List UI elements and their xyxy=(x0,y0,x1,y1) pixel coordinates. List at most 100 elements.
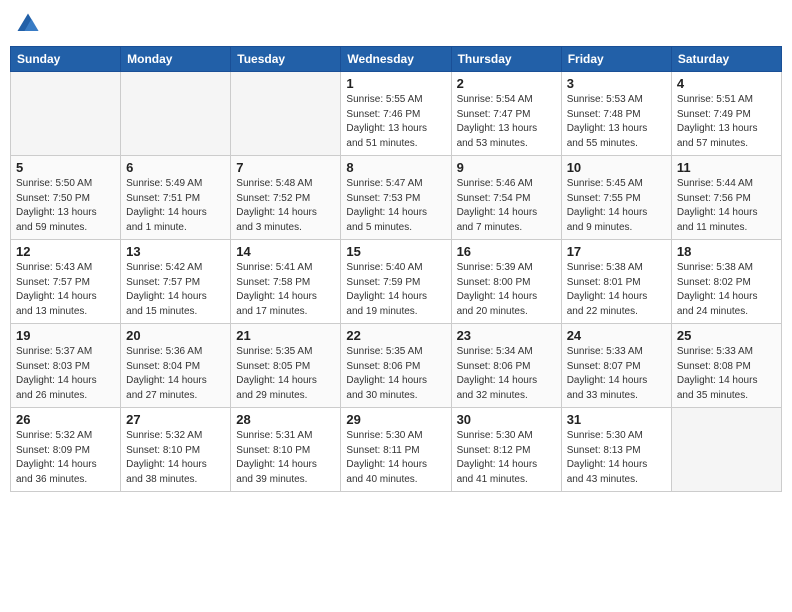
day-cell: 29Sunrise: 5:30 AM Sunset: 8:11 PM Dayli… xyxy=(341,408,451,492)
day-info: Sunrise: 5:49 AM Sunset: 7:51 PM Dayligh… xyxy=(126,177,225,235)
day-number: 31 xyxy=(567,412,666,427)
weekday-header-monday: Monday xyxy=(121,47,231,72)
day-info: Sunrise: 5:45 AM Sunset: 7:55 PM Dayligh… xyxy=(567,177,666,235)
day-cell: 15 Sunrise: 5:40 AM Sunset: 7:59 PM Dayli… xyxy=(341,240,451,324)
day-info: Sunrise: 5:48 AM Sunset: 7:52 PM Dayligh… xyxy=(236,177,335,235)
logo-icon xyxy=(14,10,42,38)
day-number: 27 xyxy=(126,412,225,427)
day-info: Sunrise: 5:40 AM Sunset: 7:59 PM Dayligh… xyxy=(346,261,445,319)
weekday-header-saturday: Saturday xyxy=(671,47,781,72)
calendar-table: SundayMondayTuesdayWednesdayThursdayFrid… xyxy=(10,46,782,492)
day-cell: 16Sunrise: 5:39 AM Sunset: 8:00 PM Dayli… xyxy=(451,240,561,324)
day-cell: 21 Sunrise: 5:35 AM Sunset: 8:05 PM Dayli… xyxy=(231,324,341,408)
day-info: Sunrise: 5:32 AM Sunset: 8:09 PM Dayligh… xyxy=(16,429,115,487)
day-info: Sunrise: 5:54 AM Sunset: 7:47 PM Dayligh… xyxy=(457,93,556,151)
day-cell: 22 Sunrise: 5:35 AM Sunset: 8:06 PM Dayli… xyxy=(341,324,451,408)
day-info: Sunrise: 5:53 AM Sunset: 7:48 PM Dayligh… xyxy=(567,93,666,151)
day-cell: 26 Sunrise: 5:32 AM Sunset: 8:09 PM Dayli… xyxy=(11,408,121,492)
day-cell xyxy=(671,408,781,492)
day-number: 5 xyxy=(16,160,115,175)
day-cell: 10Sunrise: 5:45 AM Sunset: 7:55 PM Dayli… xyxy=(561,156,671,240)
day-number: 14 xyxy=(236,244,335,259)
day-number: 11 xyxy=(677,160,776,175)
day-number: 25 xyxy=(677,328,776,343)
day-cell: 19 Sunrise: 5:37 AM Sunset: 8:03 PM Dayli… xyxy=(11,324,121,408)
day-number: 3 xyxy=(567,76,666,91)
page-header xyxy=(10,10,782,38)
day-info: Sunrise: 5:38 AM Sunset: 8:02 PM Dayligh… xyxy=(677,261,776,319)
day-number: 21 xyxy=(236,328,335,343)
day-number: 23 xyxy=(457,328,556,343)
day-info: Sunrise: 5:36 AM Sunset: 8:04 PM Dayligh… xyxy=(126,345,225,403)
day-cell: 1Sunrise: 5:55 AM Sunset: 7:46 PM Daylig… xyxy=(341,72,451,156)
weekday-header-thursday: Thursday xyxy=(451,47,561,72)
day-info: Sunrise: 5:37 AM Sunset: 8:03 PM Dayligh… xyxy=(16,345,115,403)
day-number: 19 xyxy=(16,328,115,343)
week-row-3: 12 Sunrise: 5:43 AM Sunset: 7:57 PM Dayli… xyxy=(11,240,782,324)
day-info: Sunrise: 5:47 AM Sunset: 7:53 PM Dayligh… xyxy=(346,177,445,235)
weekday-header-sunday: Sunday xyxy=(11,47,121,72)
day-number: 2 xyxy=(457,76,556,91)
day-number: 28 xyxy=(236,412,335,427)
day-cell: 13 Sunrise: 5:42 AM Sunset: 7:57 PM Dayli… xyxy=(121,240,231,324)
day-info: Sunrise: 5:42 AM Sunset: 7:57 PM Dayligh… xyxy=(126,261,225,319)
weekday-header-row: SundayMondayTuesdayWednesdayThursdayFrid… xyxy=(11,47,782,72)
day-number: 7 xyxy=(236,160,335,175)
day-number: 17 xyxy=(567,244,666,259)
day-info: Sunrise: 5:35 AM Sunset: 8:05 PM Dayligh… xyxy=(236,345,335,403)
day-cell: 2 Sunrise: 5:54 AM Sunset: 7:47 PM Daylig… xyxy=(451,72,561,156)
day-info: Sunrise: 5:33 AM Sunset: 8:07 PM Dayligh… xyxy=(567,345,666,403)
day-info: Sunrise: 5:44 AM Sunset: 7:56 PM Dayligh… xyxy=(677,177,776,235)
day-info: Sunrise: 5:38 AM Sunset: 8:01 PM Dayligh… xyxy=(567,261,666,319)
day-number: 15 xyxy=(346,244,445,259)
day-cell: 27 Sunrise: 5:32 AM Sunset: 8:10 PM Dayli… xyxy=(121,408,231,492)
week-row-5: 26 Sunrise: 5:32 AM Sunset: 8:09 PM Dayli… xyxy=(11,408,782,492)
day-number: 22 xyxy=(346,328,445,343)
day-info: Sunrise: 5:34 AM Sunset: 8:06 PM Dayligh… xyxy=(457,345,556,403)
day-cell: 5 Sunrise: 5:50 AM Sunset: 7:50 PM Daylig… xyxy=(11,156,121,240)
day-number: 13 xyxy=(126,244,225,259)
day-info: Sunrise: 5:55 AM Sunset: 7:46 PM Dayligh… xyxy=(346,93,445,151)
day-cell: 17 Sunrise: 5:38 AM Sunset: 8:01 PM Dayli… xyxy=(561,240,671,324)
day-info: Sunrise: 5:30 AM Sunset: 8:13 PM Dayligh… xyxy=(567,429,666,487)
day-cell: 11 Sunrise: 5:44 AM Sunset: 7:56 PM Dayli… xyxy=(671,156,781,240)
day-number: 30 xyxy=(457,412,556,427)
day-number: 9 xyxy=(457,160,556,175)
day-number: 29 xyxy=(346,412,445,427)
day-cell xyxy=(231,72,341,156)
day-cell: 23 Sunrise: 5:34 AM Sunset: 8:06 PM Dayli… xyxy=(451,324,561,408)
day-number: 8 xyxy=(346,160,445,175)
day-info: Sunrise: 5:50 AM Sunset: 7:50 PM Dayligh… xyxy=(16,177,115,235)
week-row-4: 19 Sunrise: 5:37 AM Sunset: 8:03 PM Dayli… xyxy=(11,324,782,408)
day-cell: 9 Sunrise: 5:46 AM Sunset: 7:54 PM Daylig… xyxy=(451,156,561,240)
day-info: Sunrise: 5:39 AM Sunset: 8:00 PM Dayligh… xyxy=(457,261,556,319)
day-number: 4 xyxy=(677,76,776,91)
day-cell: 18 Sunrise: 5:38 AM Sunset: 8:02 PM Dayli… xyxy=(671,240,781,324)
week-row-1: 1Sunrise: 5:55 AM Sunset: 7:46 PM Daylig… xyxy=(11,72,782,156)
day-info: Sunrise: 5:35 AM Sunset: 8:06 PM Dayligh… xyxy=(346,345,445,403)
day-info: Sunrise: 5:43 AM Sunset: 7:57 PM Dayligh… xyxy=(16,261,115,319)
day-cell: 7 Sunrise: 5:48 AM Sunset: 7:52 PM Daylig… xyxy=(231,156,341,240)
day-number: 26 xyxy=(16,412,115,427)
day-number: 6 xyxy=(126,160,225,175)
weekday-header-wednesday: Wednesday xyxy=(341,47,451,72)
weekday-header-tuesday: Tuesday xyxy=(231,47,341,72)
day-info: Sunrise: 5:32 AM Sunset: 8:10 PM Dayligh… xyxy=(126,429,225,487)
logo xyxy=(14,10,46,38)
day-info: Sunrise: 5:46 AM Sunset: 7:54 PM Dayligh… xyxy=(457,177,556,235)
day-cell: 28 Sunrise: 5:31 AM Sunset: 8:10 PM Dayli… xyxy=(231,408,341,492)
day-cell xyxy=(121,72,231,156)
day-info: Sunrise: 5:51 AM Sunset: 7:49 PM Dayligh… xyxy=(677,93,776,151)
day-number: 24 xyxy=(567,328,666,343)
day-number: 12 xyxy=(16,244,115,259)
day-cell: 20 Sunrise: 5:36 AM Sunset: 8:04 PM Dayli… xyxy=(121,324,231,408)
day-number: 20 xyxy=(126,328,225,343)
day-cell: 31 Sunrise: 5:30 AM Sunset: 8:13 PM Dayli… xyxy=(561,408,671,492)
day-cell: 24 Sunrise: 5:33 AM Sunset: 8:07 PM Dayli… xyxy=(561,324,671,408)
day-cell: 6 Sunrise: 5:49 AM Sunset: 7:51 PM Daylig… xyxy=(121,156,231,240)
day-number: 18 xyxy=(677,244,776,259)
day-cell: 8 Sunrise: 5:47 AM Sunset: 7:53 PM Daylig… xyxy=(341,156,451,240)
day-info: Sunrise: 5:31 AM Sunset: 8:10 PM Dayligh… xyxy=(236,429,335,487)
week-row-2: 5 Sunrise: 5:50 AM Sunset: 7:50 PM Daylig… xyxy=(11,156,782,240)
weekday-header-friday: Friday xyxy=(561,47,671,72)
